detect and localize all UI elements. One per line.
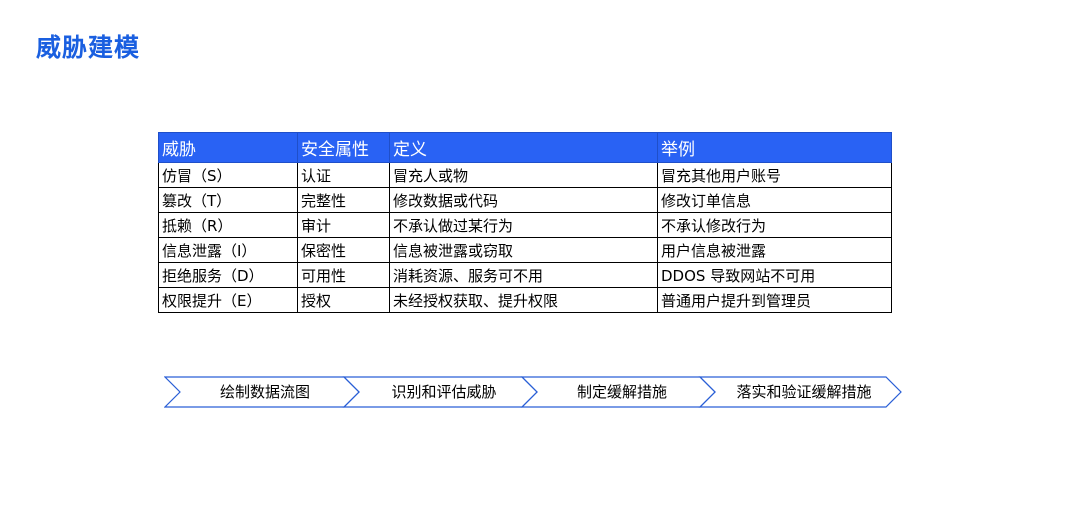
table-row: 篡改（T） 完整性 修改数据或代码 修改订单信息 bbox=[158, 187, 892, 213]
cell-definition: 不承认做过某行为 bbox=[389, 212, 658, 238]
cell-example: 用户信息被泄露 bbox=[657, 237, 892, 263]
cell-example: 修改订单信息 bbox=[657, 187, 892, 213]
cell-property: 审计 bbox=[297, 212, 390, 238]
cell-definition: 修改数据或代码 bbox=[389, 187, 658, 213]
step-label-identify-threats: 识别和评估威胁 bbox=[391, 383, 497, 401]
cell-threat: 篡改（T） bbox=[158, 187, 298, 213]
step-label-mitigation: 制定缓解措施 bbox=[576, 383, 667, 401]
cell-property: 认证 bbox=[297, 162, 390, 188]
table-row: 拒绝服务（D） 可用性 消耗资源、服务可不用 DDOS 导致网站不可用 bbox=[158, 262, 892, 288]
cell-threat: 权限提升（E） bbox=[158, 287, 298, 313]
step-label-draw-dataflow: 绘制数据流图 bbox=[219, 383, 310, 401]
table-row: 信息泄露（I） 保密性 信息被泄露或窃取 用户信息被泄露 bbox=[158, 237, 892, 263]
cell-property: 授权 bbox=[297, 287, 390, 313]
cell-threat: 抵赖（R） bbox=[158, 212, 298, 238]
table-row: 仿冒（S） 认证 冒充人或物 冒充其他用户账号 bbox=[158, 162, 892, 188]
process-flow: 绘制数据流图 识别和评估威胁 制定缓解措施 落实和验证缓解措施 bbox=[164, 376, 904, 408]
table-row: 权限提升（E） 授权 未经授权获取、提升权限 普通用户提升到管理员 bbox=[158, 287, 892, 313]
cell-example: 冒充其他用户账号 bbox=[657, 162, 892, 188]
table-row: 抵赖（R） 审计 不承认做过某行为 不承认修改行为 bbox=[158, 212, 892, 238]
cell-threat: 信息泄露（I） bbox=[158, 237, 298, 263]
cell-property: 保密性 bbox=[297, 237, 390, 263]
header-example: 举例 bbox=[657, 132, 892, 163]
table-header-row: 威胁 安全属性 定义 举例 bbox=[158, 132, 892, 163]
threat-model-table: 威胁 安全属性 定义 举例 仿冒（S） 认证 冒充人或物 冒充其他用户账号 篡改… bbox=[158, 132, 892, 313]
header-definition: 定义 bbox=[389, 132, 658, 163]
cell-property: 完整性 bbox=[297, 187, 390, 213]
cell-example: 普通用户提升到管理员 bbox=[657, 287, 892, 313]
cell-example: DDOS 导致网站不可用 bbox=[657, 262, 892, 288]
cell-definition: 冒充人或物 bbox=[389, 162, 658, 188]
cell-definition: 信息被泄露或窃取 bbox=[389, 237, 658, 263]
cell-threat: 拒绝服务（D） bbox=[158, 262, 298, 288]
page-title: 威胁建模 bbox=[36, 33, 141, 62]
step-label-verify-mitigation: 落实和验证缓解措施 bbox=[736, 383, 872, 401]
header-security-property: 安全属性 bbox=[297, 132, 390, 163]
cell-definition: 消耗资源、服务可不用 bbox=[389, 262, 658, 288]
cell-property: 可用性 bbox=[297, 262, 390, 288]
header-threat: 威胁 bbox=[158, 132, 298, 163]
cell-threat: 仿冒（S） bbox=[158, 162, 298, 188]
cell-example: 不承认修改行为 bbox=[657, 212, 892, 238]
cell-definition: 未经授权获取、提升权限 bbox=[389, 287, 658, 313]
